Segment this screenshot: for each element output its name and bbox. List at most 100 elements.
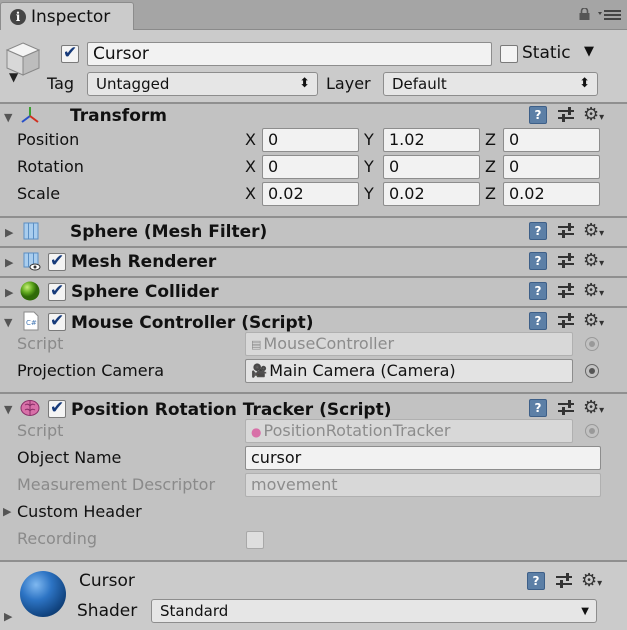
inspector-tab[interactable]: i Inspector	[0, 2, 134, 30]
tracker-foldout-icon[interactable]: ▼	[4, 403, 12, 416]
axis-y-label: Y	[364, 184, 374, 203]
mesh-filter-icon	[23, 222, 39, 240]
mouse-controller-enabled-checkbox[interactable]: ✔	[48, 311, 66, 331]
gear-icon[interactable]: ⚙▾	[583, 106, 604, 127]
help-icon[interactable]: ?	[529, 282, 547, 300]
mouse-controller-title[interactable]: Mouse Controller (Script)	[71, 313, 314, 333]
help-icon[interactable]: ?	[529, 399, 547, 417]
preset-icon[interactable]	[557, 399, 575, 417]
preset-icon[interactable]	[557, 282, 575, 300]
sphere-collider-icon	[20, 281, 40, 301]
menu-icon[interactable]	[598, 8, 622, 22]
gear-icon[interactable]: ⚙▾	[581, 572, 602, 593]
recording-label: Recording	[17, 529, 98, 548]
measurement-descriptor-label: Measurement Descriptor	[17, 475, 216, 494]
position-label: Position	[17, 130, 80, 149]
scale-y-field[interactable]: 0.02	[383, 182, 480, 206]
checkmark-icon: ✔	[50, 311, 65, 331]
help-icon[interactable]: ?	[529, 222, 547, 240]
layer-label: Layer	[326, 74, 371, 93]
tag-value: Untagged	[96, 75, 170, 93]
rotation-x-field[interactable]: 0	[262, 155, 359, 179]
shader-label: Shader	[77, 601, 138, 621]
checkmark-icon: ✔	[50, 398, 65, 418]
icon-dropdown-arrow-icon[interactable]: ▼	[9, 70, 18, 84]
active-checkbox[interactable]: ✔	[61, 43, 79, 63]
divider	[0, 276, 627, 278]
custom-header-foldout-icon[interactable]: ▶	[3, 505, 11, 518]
transform-title[interactable]: Transform	[70, 106, 167, 126]
help-icon[interactable]: ?	[527, 572, 545, 590]
help-icon[interactable]: ?	[529, 252, 547, 270]
static-checkbox[interactable]	[500, 45, 518, 63]
position-x-field[interactable]: 0	[262, 128, 359, 152]
tag-label: Tag	[47, 74, 75, 93]
name-field[interactable]: Cursor	[87, 42, 492, 66]
transform-icon	[21, 107, 39, 123]
shader-dropdown[interactable]: Standard ▼	[151, 599, 597, 623]
sphere-collider-enabled-checkbox[interactable]: ✔	[48, 281, 66, 301]
object-name-field[interactable]: cursor	[245, 446, 601, 470]
lock-icon[interactable]	[579, 8, 590, 20]
recording-checkbox	[246, 531, 264, 549]
custom-header-label[interactable]: Custom Header	[17, 502, 142, 521]
object-picker-icon[interactable]	[585, 364, 599, 378]
mesh-filter-title[interactable]: Sphere (Mesh Filter)	[70, 222, 267, 242]
script-file-icon: ▤	[251, 337, 262, 351]
rotation-z-field[interactable]: 0	[503, 155, 600, 179]
position-y-field[interactable]: 1.02	[383, 128, 480, 152]
layer-value: Default	[392, 75, 447, 93]
gear-icon[interactable]: ⚙▾	[583, 222, 604, 243]
rotation-label: Rotation	[17, 157, 84, 176]
preset-icon[interactable]	[557, 222, 575, 240]
preset-icon[interactable]	[557, 106, 575, 124]
axis-y-label: Y	[364, 157, 374, 176]
tab-label: Inspector	[31, 7, 111, 27]
measurement-descriptor-field: movement	[245, 473, 601, 497]
sphere-collider-title[interactable]: Sphere Collider	[71, 282, 219, 302]
checkmark-icon: ✔	[50, 251, 65, 271]
static-dropdown-arrow-icon[interactable]: ▼	[584, 44, 594, 59]
layer-dropdown[interactable]: Default ⬍	[383, 72, 598, 96]
projection-camera-field[interactable]: 🎥 Main Camera (Camera)	[245, 359, 573, 383]
gear-icon[interactable]: ⚙▾	[583, 252, 604, 273]
mesh-renderer-enabled-checkbox[interactable]: ✔	[48, 251, 66, 271]
position-z-field[interactable]: 0	[503, 128, 600, 152]
divider	[0, 246, 627, 248]
help-icon[interactable]: ?	[529, 106, 547, 124]
scale-x-field[interactable]: 0.02	[262, 182, 359, 206]
axis-z-label: Z	[485, 184, 496, 203]
updown-arrow-icon: ⬍	[299, 76, 310, 91]
static-label: Static	[522, 43, 571, 63]
camera-value: Main Camera (Camera)	[269, 361, 456, 380]
tab-bar: i Inspector	[0, 0, 627, 30]
axis-x-label: X	[245, 130, 256, 149]
mesh-renderer-title[interactable]: Mesh Renderer	[71, 252, 216, 272]
tracker-enabled-checkbox[interactable]: ✔	[48, 398, 66, 418]
divider	[0, 306, 627, 308]
checkmark-icon: ✔	[63, 43, 78, 63]
axis-y-label: Y	[364, 130, 374, 149]
tracker-title[interactable]: Position Rotation Tracker (Script)	[71, 400, 391, 420]
sphere-collider-foldout-icon[interactable]: ▶	[5, 286, 13, 299]
axis-z-label: Z	[485, 157, 496, 176]
preset-icon[interactable]	[557, 312, 575, 330]
material-foldout-icon[interactable]: ▶	[4, 610, 12, 623]
gear-icon[interactable]: ⚙▾	[583, 282, 604, 303]
mouse-controller-foldout-icon[interactable]: ▼	[4, 316, 12, 329]
scale-z-field[interactable]: 0.02	[503, 182, 600, 206]
tag-dropdown[interactable]: Untagged ⬍	[87, 72, 318, 96]
help-icon[interactable]: ?	[529, 312, 547, 330]
transform-foldout-icon[interactable]: ▼	[4, 111, 12, 124]
gear-icon[interactable]: ⚙▾	[583, 312, 604, 333]
preset-icon[interactable]	[557, 252, 575, 270]
projection-camera-label: Projection Camera	[17, 361, 164, 380]
rotation-y-field[interactable]: 0	[383, 155, 480, 179]
material-name: Cursor	[79, 571, 135, 591]
gear-icon[interactable]: ⚙▾	[583, 399, 604, 420]
preset-icon[interactable]	[555, 572, 573, 590]
mesh-filter-foldout-icon[interactable]: ▶	[5, 226, 13, 239]
material-preview-sphere	[20, 571, 66, 617]
mesh-renderer-foldout-icon[interactable]: ▶	[5, 256, 13, 269]
mesh-renderer-icon	[23, 252, 41, 271]
